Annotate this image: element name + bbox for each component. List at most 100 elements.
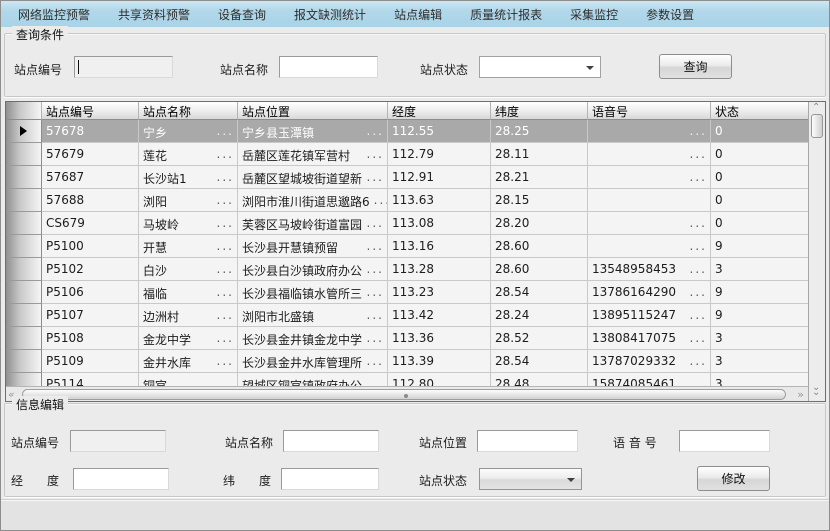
row-selector[interactable] xyxy=(6,258,42,281)
cell-longitude: 113.28 xyxy=(388,258,491,281)
menu-item-3[interactable]: 报文缺测统计 xyxy=(280,1,380,27)
cell-text: 28.24 xyxy=(495,308,529,322)
table-row[interactable]: CS679马坡岭...芙蓉区马坡岭街道富园...113.0828.20...0 xyxy=(6,212,808,235)
table-row[interactable]: P5109金井水库...长沙县金井水库管理所...113.3928.541378… xyxy=(6,350,808,373)
horizontal-scrollbar[interactable]: « » xyxy=(6,386,808,401)
table-row[interactable]: P5106福临...长沙县福临镇水管所三...113.2328.54137861… xyxy=(6,281,808,304)
search-button[interactable]: 查询 xyxy=(659,54,732,79)
row-selector[interactable] xyxy=(6,304,42,327)
edit-station-location-input[interactable] xyxy=(477,430,578,452)
row-selector[interactable] xyxy=(6,350,42,373)
cell-station-id: P5106 xyxy=(42,281,139,304)
row-selector[interactable] xyxy=(6,143,42,166)
cell-text: 113.42 xyxy=(392,308,434,322)
cell-text: 113.36 xyxy=(392,331,434,345)
truncation-ellipsis: ... xyxy=(367,354,384,368)
cell-text: 长沙站1 xyxy=(143,170,187,187)
row-selector[interactable] xyxy=(6,189,42,212)
cell-longitude: 113.63 xyxy=(388,189,491,212)
truncation-ellipsis: ... xyxy=(690,170,707,184)
column-header-0[interactable]: 站点编号 xyxy=(42,102,139,120)
menu-item-4[interactable]: 站点编辑 xyxy=(380,1,456,27)
table-row[interactable]: 57678宁乡...宁乡县玉潭镇...112.5528.25...0 xyxy=(6,120,808,143)
cell-text: 112.55 xyxy=(392,124,434,138)
edit-station-name-input[interactable] xyxy=(283,430,379,452)
horizontal-scrollbar-thumb[interactable] xyxy=(22,389,786,400)
cell-voice-no: ... xyxy=(588,235,711,258)
edit-station-id-input[interactable] xyxy=(70,430,166,452)
truncation-ellipsis: ... xyxy=(217,308,234,322)
row-selector[interactable] xyxy=(6,120,42,143)
column-header-5[interactable]: 语音号 xyxy=(588,102,711,120)
table-row[interactable]: P5100开慧...长沙县开慧镇预留...113.1628.60...9 xyxy=(6,235,808,258)
modify-button[interactable]: 修改 xyxy=(697,466,770,491)
scroll-right-icon[interactable]: » xyxy=(797,388,804,401)
menu-item-6[interactable]: 采集监控 xyxy=(556,1,632,27)
column-header-2[interactable]: 站点位置 xyxy=(238,102,388,120)
scroll-down-icon[interactable]: ⌄ xyxy=(812,388,820,398)
edit-group-title: 信息编辑 xyxy=(12,396,68,413)
cell-status: 9 xyxy=(711,235,808,258)
cell-text: 3 xyxy=(715,262,723,276)
query-station-name-input[interactable] xyxy=(279,56,378,78)
table-row[interactable]: 57679莲花...岳麓区莲花镇军营村...112.7928.11...0 xyxy=(6,143,808,166)
menu-item-0[interactable]: 网络监控预警 xyxy=(4,1,104,27)
table-row[interactable]: P5107边洲村...浏阳市北盛镇...113.4228.24138951152… xyxy=(6,304,808,327)
cell-text: 28.60 xyxy=(495,262,529,276)
column-header-4[interactable]: 纬度 xyxy=(491,102,588,120)
vertical-scrollbar-thumb[interactable] xyxy=(811,114,823,138)
query-station-id-input[interactable] xyxy=(74,56,173,78)
table-row[interactable]: 57688浏阳...浏阳市淮川街道思邈路6...113.6328.150 xyxy=(6,189,808,212)
cell-text: 9 xyxy=(715,308,723,322)
row-selector[interactable] xyxy=(6,166,42,189)
column-header-6[interactable]: 状态 xyxy=(711,102,808,120)
cell-text: 宁乡县玉潭镇 xyxy=(242,124,314,141)
row-selector[interactable] xyxy=(6,235,42,258)
row-selector[interactable] xyxy=(6,327,42,350)
query-station-status-label: 站点状态 xyxy=(420,61,468,78)
cell-latitude: 28.24 xyxy=(491,304,588,327)
truncation-ellipsis: ... xyxy=(690,147,707,161)
truncation-ellipsis: ... xyxy=(367,239,384,253)
scroll-up-icon[interactable]: ⌃ xyxy=(812,103,820,113)
truncation-ellipsis: ... xyxy=(690,239,707,253)
app-window: { "menubar": { "items": ["网络监控预警", "共享资料… xyxy=(0,0,830,531)
menu-item-7[interactable]: 参数设置 xyxy=(632,1,708,27)
cell-text: 3 xyxy=(715,354,723,368)
cell-voice-no: 13786164290... xyxy=(588,281,711,304)
cell-text: 白沙 xyxy=(143,262,167,279)
cell-station-name: 宁乡... xyxy=(139,120,238,143)
table-row[interactable]: P5102白沙...长沙县白沙镇政府办公...113.2828.60135489… xyxy=(6,258,808,281)
menu-item-5[interactable]: 质量统计报表 xyxy=(456,1,556,27)
cell-location: 宁乡县玉潭镇... xyxy=(238,120,388,143)
cell-status: 3 xyxy=(711,258,808,281)
query-station-status-select[interactable] xyxy=(479,56,601,78)
cell-status: 9 xyxy=(711,304,808,327)
edit-latitude-input[interactable] xyxy=(281,468,379,490)
cell-text: 金龙中学 xyxy=(143,331,191,348)
cell-text: 28.54 xyxy=(495,354,529,368)
column-header-3[interactable]: 经度 xyxy=(388,102,491,120)
edit-station-name-label: 站点名称 xyxy=(225,434,273,451)
edit-longitude-input[interactable] xyxy=(73,468,169,490)
cell-station-name: 白沙... xyxy=(139,258,238,281)
cell-text: 113.16 xyxy=(392,239,434,253)
menu-item-1[interactable]: 共享资料预警 xyxy=(104,1,204,27)
cell-status: 0 xyxy=(711,120,808,143)
table-row[interactable]: P5108金龙中学...长沙县金井镇金龙中学...113.3628.521380… xyxy=(6,327,808,350)
vertical-scrollbar[interactable]: ⌃ ⌄ ⌄ xyxy=(808,102,825,401)
cell-text: P5109 xyxy=(46,354,84,368)
edit-station-status-select[interactable] xyxy=(479,468,582,490)
cell-text: 岳麓区望城坡街道望新 xyxy=(242,170,362,187)
menu-item-2[interactable]: 设备查询 xyxy=(204,1,280,27)
cell-text: 13895115247 xyxy=(592,308,676,322)
table-row[interactable]: 57687长沙站1...岳麓区望城坡街道望新...112.9128.21...0 xyxy=(6,166,808,189)
cell-text: 57687 xyxy=(46,170,84,184)
cell-text: 28.20 xyxy=(495,216,529,230)
row-selector[interactable] xyxy=(6,212,42,235)
column-header-1[interactable]: 站点名称 xyxy=(139,102,238,120)
cell-longitude: 113.08 xyxy=(388,212,491,235)
row-selector[interactable] xyxy=(6,281,42,304)
edit-station-id-label: 站点编号 xyxy=(11,434,59,451)
edit-voice-no-input[interactable] xyxy=(679,430,770,452)
